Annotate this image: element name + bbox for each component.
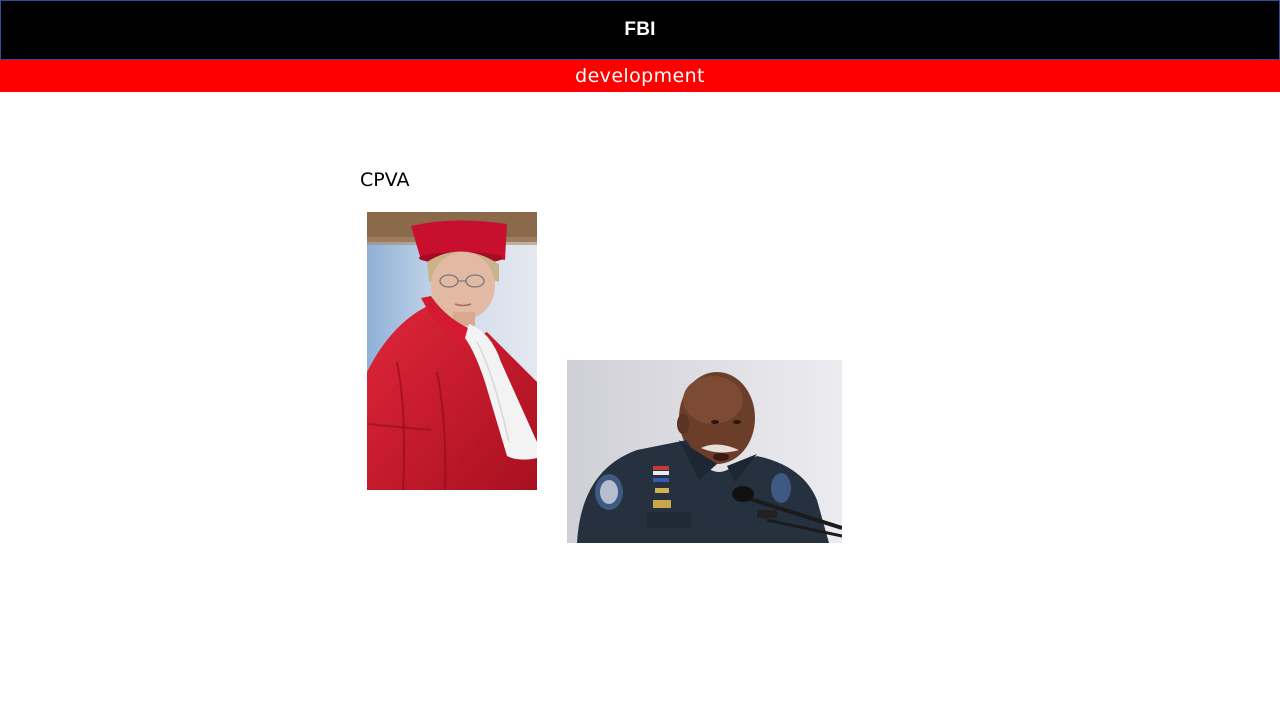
top-header-bar: FBI <box>0 0 1280 60</box>
police-officer-speaking-image <box>567 360 842 543</box>
environment-banner: development <box>0 60 1280 92</box>
header-title: FBI <box>624 19 656 40</box>
environment-banner-text: development <box>575 65 705 87</box>
judge-portrait-image <box>367 212 537 490</box>
section-heading: CPVA <box>360 169 410 191</box>
